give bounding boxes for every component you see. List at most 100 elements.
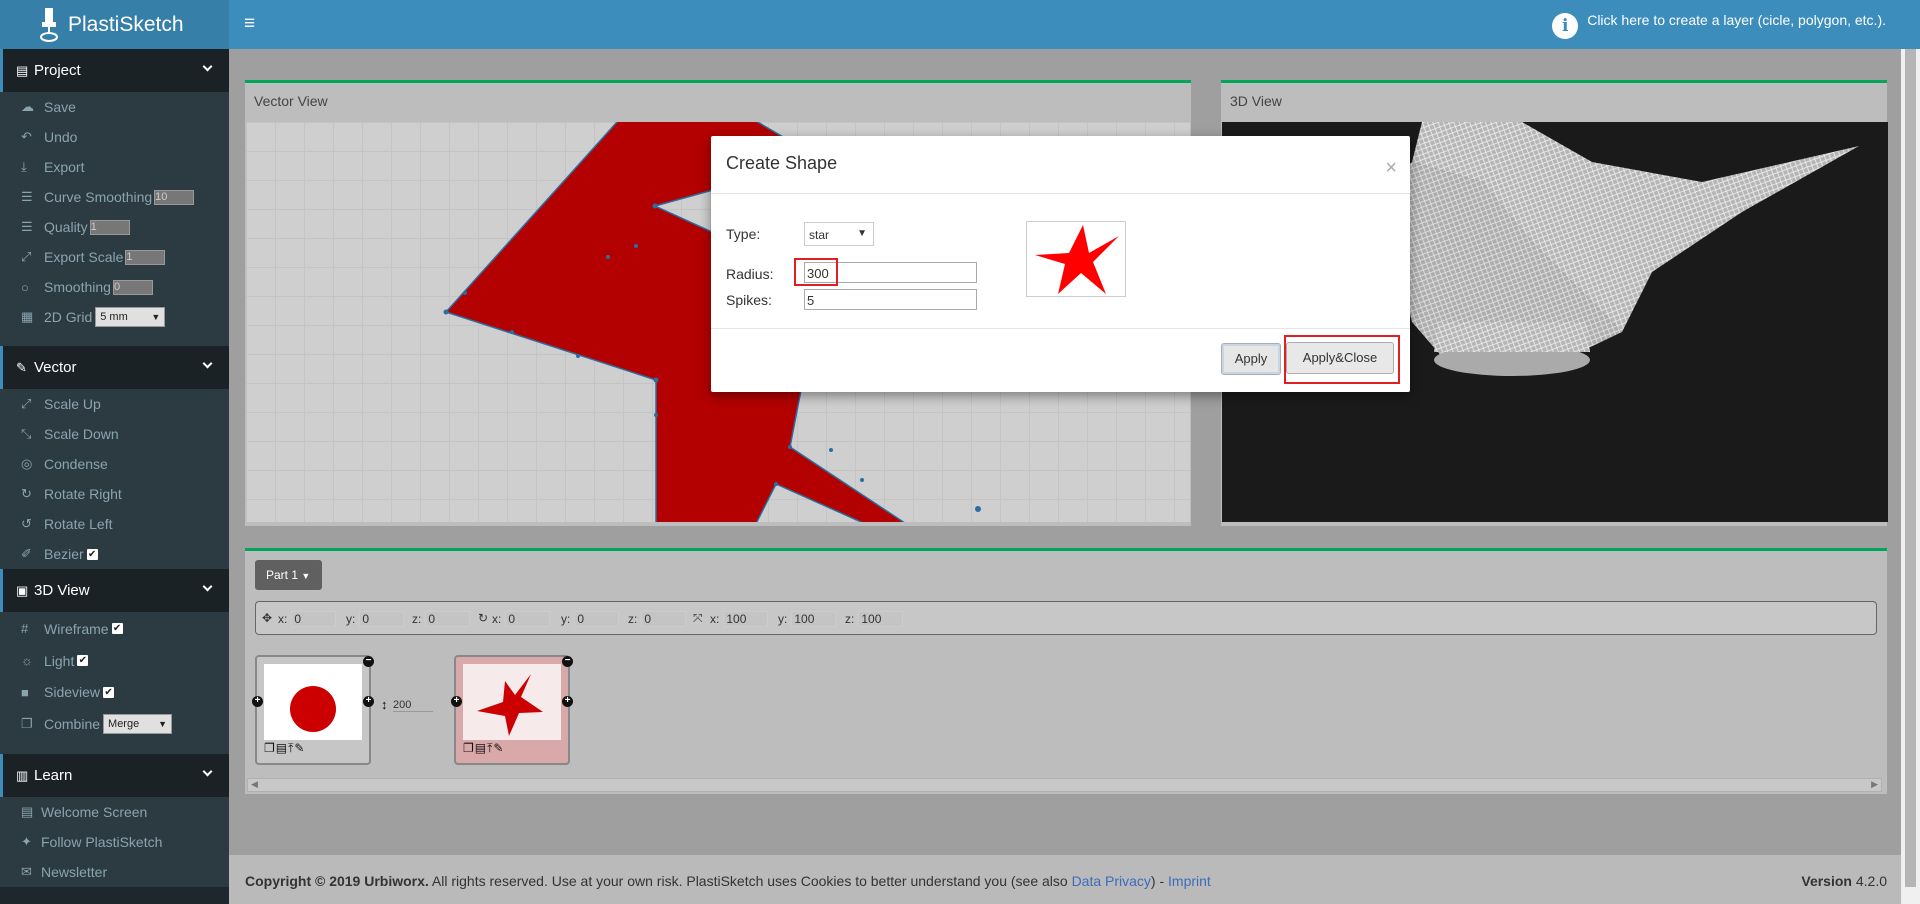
- smoothing-input[interactable]: [112, 279, 153, 295]
- caret-down-icon: ▼: [301, 571, 311, 581]
- quality-input[interactable]: [89, 219, 130, 235]
- sidebar-item-bezier: ✐ Bezier ✔: [0, 539, 229, 569]
- menu-toggle-icon[interactable]: ≡: [244, 13, 255, 35]
- hash-icon: #: [21, 621, 29, 636]
- sidebar-item-rotate-right[interactable]: ↻ Rotate Right: [0, 479, 229, 509]
- pos-x-input[interactable]: [291, 611, 337, 627]
- footer-copyright: Copyright © 2019 Urbiworx.: [245, 873, 429, 889]
- sidebar-item-label: Export: [44, 159, 85, 175]
- scale-x-input[interactable]: [723, 611, 769, 627]
- sidebar-item-condense[interactable]: ◎ Condense: [0, 449, 229, 479]
- sidebar-item-label: Light: [44, 652, 75, 669]
- layer-card-circle[interactable]: ❐▤⤒✎: [255, 655, 371, 765]
- parts-horizontal-scrollbar[interactable]: ◀ ▶: [247, 778, 1882, 792]
- paste-icon[interactable]: ▤: [475, 741, 487, 755]
- apply-close-highlight: [1284, 335, 1400, 384]
- book-icon: ▥: [16, 767, 29, 783]
- remove-layer-icon[interactable]: −: [363, 656, 374, 667]
- sidebar-item-quality: ☰ Quality: [0, 212, 229, 242]
- copy-icon[interactable]: ❐: [264, 741, 276, 755]
- chevron-down-icon: [202, 766, 213, 777]
- layer-gap-value[interactable]: 200: [393, 699, 433, 712]
- sidebar-item-newsletter[interactable]: ✉ Newsletter: [0, 857, 229, 887]
- curve-smoothing-input[interactable]: [154, 189, 195, 205]
- download-icon: ⤓: [21, 159, 27, 174]
- sidebar-section-vector[interactable]: ✎ Vector: [0, 346, 229, 389]
- rot-z: z:: [628, 611, 687, 627]
- shape-preview: [1026, 221, 1126, 297]
- pos-y-input[interactable]: [359, 611, 405, 627]
- light-checkbox[interactable]: ✔: [77, 655, 89, 666]
- sidebar-item-scale-down[interactable]: ⤡ Scale Down: [0, 419, 229, 449]
- data-privacy-link[interactable]: Data Privacy: [1072, 873, 1151, 889]
- create-layer-hint-text: Click here to create a layer (cicle, pol…: [1587, 12, 1886, 28]
- pos-z-input[interactable]: [425, 611, 471, 627]
- sidebar-item-rotate-left[interactable]: ↺ Rotate Left: [0, 509, 229, 539]
- section-title: Project: [34, 62, 81, 79]
- shape-type-select[interactable]: star ▼: [804, 222, 874, 246]
- gap-height-icon: ↕: [381, 697, 388, 712]
- sidebar-item-welcome-screen[interactable]: ▤ Welcome Screen: [0, 797, 229, 827]
- camera-icon: ■: [21, 684, 29, 700]
- scrollbar-thumb[interactable]: [1905, 49, 1916, 887]
- add-layer-after-icon[interactable]: +: [562, 696, 573, 707]
- pencil-icon: ✎: [16, 359, 27, 375]
- add-layer-before-icon[interactable]: +: [451, 696, 462, 707]
- spikes-input[interactable]: [804, 289, 977, 310]
- rotate-right-icon: ↻: [21, 486, 32, 501]
- spikes-label: Spikes:: [726, 292, 772, 308]
- chevron-down-icon: [202, 581, 213, 592]
- page-vertical-scrollbar[interactable]: [1901, 49, 1920, 904]
- create-layer-hint[interactable]: i Click here to create a layer (cicle, p…: [1552, 10, 1886, 39]
- scroll-right-icon[interactable]: ▶: [1871, 779, 1878, 790]
- scale-y-input[interactable]: [791, 611, 837, 627]
- sidebar-item-combine: ❐ Combine Merge ▼: [0, 708, 229, 740]
- app-logo[interactable]: PlastiSketch: [0, 0, 229, 49]
- sidebar-item-save[interactable]: ☁ Save: [0, 92, 229, 122]
- edit-icon[interactable]: ✎: [294, 741, 305, 755]
- bezier-checkbox[interactable]: ✔: [86, 548, 98, 560]
- lightbulb-icon: ☼: [21, 653, 33, 668]
- rot-x-input[interactable]: [505, 611, 551, 627]
- edit-icon[interactable]: ✎: [493, 741, 504, 755]
- sidebar-item-label: 2D Grid: [44, 309, 93, 325]
- part-dropdown-button[interactable]: Part 1 ▼: [255, 560, 322, 590]
- extruder-icon: [40, 7, 58, 42]
- sidebar-item-sideview: ■ Sideview ✔: [0, 676, 229, 708]
- scale-y: y:: [778, 611, 837, 627]
- combine-select[interactable]: Merge ▼: [103, 714, 173, 734]
- rot-y-input[interactable]: [574, 611, 620, 627]
- sidebar-item-export[interactable]: ⤓ Export: [0, 152, 229, 182]
- layer-card-star[interactable]: ❐▤⤒✎: [454, 655, 570, 765]
- sidebar-section-project[interactable]: ▤ Project: [0, 49, 229, 92]
- grid-size-select[interactable]: 5 mm ▼: [95, 307, 166, 327]
- sidebar-item-label: Save: [44, 99, 76, 115]
- sideview-checkbox[interactable]: ✔: [103, 686, 115, 698]
- sidebar-item-follow[interactable]: ✦ Follow PlastiSketch: [0, 827, 229, 857]
- close-icon[interactable]: ×: [1385, 157, 1397, 180]
- section-title: 3D View: [34, 582, 90, 599]
- add-layer-before-icon[interactable]: +: [252, 696, 263, 707]
- grid-icon: ▦: [21, 309, 34, 324]
- imprint-link[interactable]: Imprint: [1168, 873, 1211, 889]
- paste-icon[interactable]: ▤: [276, 741, 288, 755]
- sidebar-item-label: Combine: [44, 716, 101, 732]
- scale-x: x:: [710, 611, 769, 627]
- wireframe-checkbox[interactable]: ✔: [111, 623, 123, 634]
- sidebar-item-undo[interactable]: ↶ Undo: [0, 122, 229, 152]
- add-layer-after-icon[interactable]: +: [363, 696, 374, 707]
- rot-z-input[interactable]: [641, 611, 687, 627]
- sidebar-section-3d-view[interactable]: ▣ 3D View: [0, 569, 229, 612]
- sidebar-section-learn[interactable]: ▥ Learn: [0, 754, 229, 797]
- scale-z-input[interactable]: [858, 611, 904, 627]
- sidebar-item-scale-up[interactable]: ⤢ Scale Up: [0, 389, 229, 419]
- copy-icon: ❐: [21, 716, 33, 731]
- apply-button[interactable]: Apply: [1221, 343, 1281, 375]
- export-scale-input[interactable]: [125, 249, 166, 265]
- compress-arrows-icon: ⤡: [21, 426, 32, 441]
- scroll-left-icon[interactable]: ◀: [251, 779, 258, 790]
- brush-icon: ✐: [21, 546, 32, 561]
- version-number: 4.2.0: [1855, 873, 1887, 889]
- copy-icon[interactable]: ❐: [463, 741, 475, 755]
- remove-layer-icon[interactable]: −: [562, 656, 573, 667]
